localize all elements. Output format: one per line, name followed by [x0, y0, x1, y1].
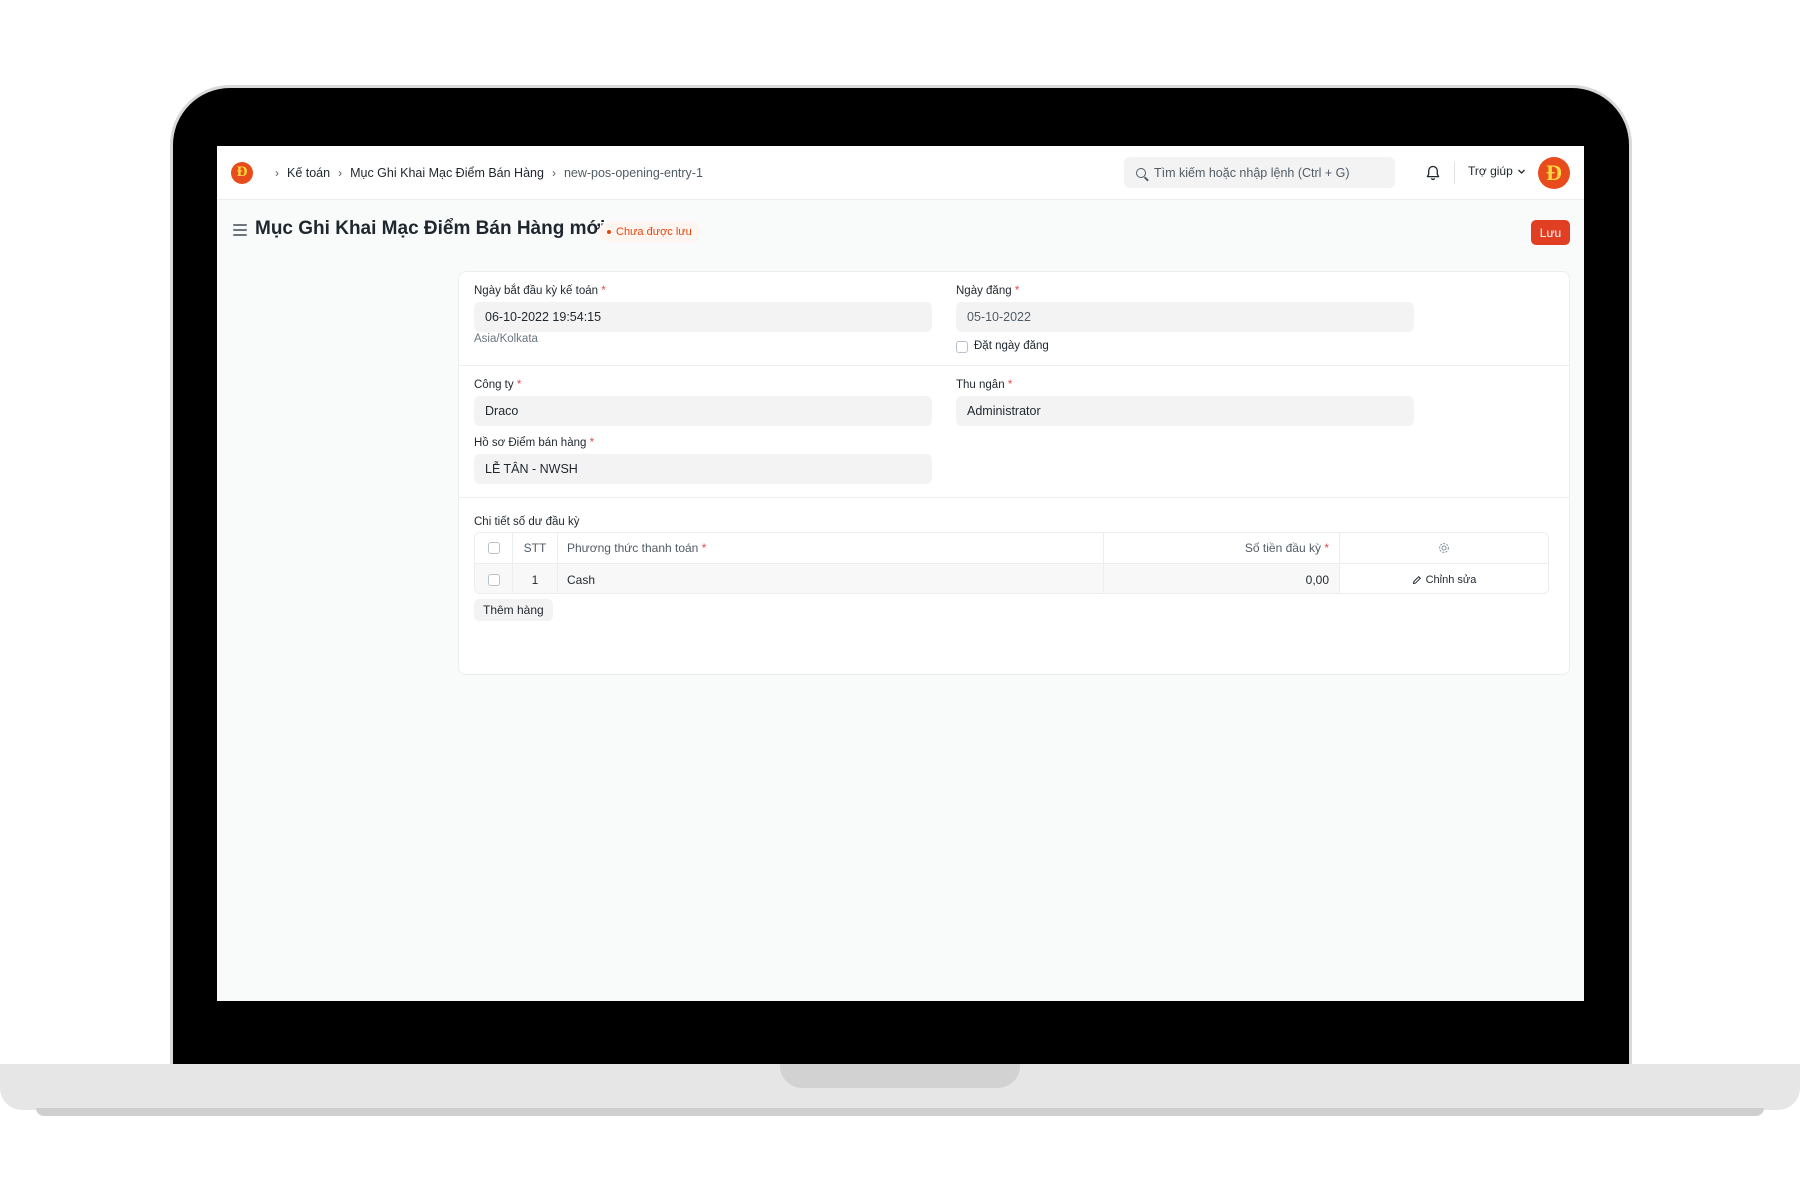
row-amount[interactable]: 0,00: [1104, 564, 1340, 593]
chevron-right-icon: ›: [275, 165, 279, 180]
laptop-notch: [780, 1064, 1020, 1088]
help-label: Trợ giúp: [1468, 164, 1513, 178]
cashier-label: Thu ngân *: [956, 379, 1013, 391]
chevron-right-icon: ›: [551, 165, 556, 180]
table-header: STT Phương thức thanh toán * Số tiền đầu…: [475, 533, 1548, 564]
gear-icon[interactable]: [1438, 542, 1450, 554]
help-dropdown[interactable]: Trợ giúp: [1468, 164, 1526, 178]
hamburger-icon[interactable]: [233, 224, 247, 236]
row-edit-label: Chỉnh sửa: [1425, 573, 1477, 586]
company-label: Công ty *: [474, 379, 522, 391]
select-all-checkbox[interactable]: [487, 542, 500, 554]
laptop-base-shadow: [36, 1108, 1764, 1116]
bell-icon[interactable]: [1424, 164, 1442, 182]
breadcrumb: › Kế toán › Mục Ghi Khai Mạc Điểm Bán Hà…: [267, 166, 703, 180]
section-dates: Ngày bắt đầu kỳ kế toán * 06-10-2022 19:…: [459, 272, 1569, 366]
search-placeholder: Tìm kiếm hoặc nhập lệnh (Ctrl + G): [1154, 165, 1350, 180]
page-head: Mục Ghi Khai Mạc Điểm Bán Hàng mới Chưa …: [217, 200, 1584, 260]
company-input[interactable]: Draco: [474, 396, 932, 426]
search-input[interactable]: Tìm kiếm hoặc nhập lệnh (Ctrl + G): [1124, 157, 1395, 188]
save-button[interactable]: Lưu: [1531, 220, 1570, 245]
column-header-method: Phương thức thanh toán *: [558, 533, 1104, 563]
balance-table-label: Chi tiết số dư đầu kỳ: [474, 516, 580, 528]
status-label: Chưa được lưu: [616, 226, 692, 238]
select-all-cell: [475, 533, 513, 563]
timezone-help: Asia/Kolkata: [474, 333, 538, 345]
form-card: Ngày bắt đầu kỳ kế toán * 06-10-2022 19:…: [458, 271, 1570, 675]
nav-divider: [1454, 162, 1455, 184]
page-title: Mục Ghi Khai Mạc Điểm Bán Hàng mới: [255, 218, 606, 239]
row-method[interactable]: Cash: [558, 564, 1104, 593]
chevron-right-icon: ›: [338, 165, 343, 180]
breadcrumb-accounting[interactable]: Kế toán: [287, 166, 330, 180]
balance-table: STT Phương thức thanh toán * Số tiền đầu…: [474, 532, 1549, 594]
pos-profile-label: Hồ sơ Điểm bán hàng *: [474, 437, 595, 449]
status-dot: [607, 230, 611, 234]
section-company: Công ty * Draco Thu ngân * Administrator…: [459, 366, 1569, 498]
add-row-button[interactable]: Thêm hàng: [474, 599, 553, 621]
pos-profile-input[interactable]: LỄ TÂN - NWSH: [474, 454, 932, 484]
chevron-down-icon: [1517, 169, 1525, 174]
posting-date-label: Ngày đăng *: [956, 285, 1020, 297]
status-badge: Chưa được lưu: [599, 222, 700, 242]
set-posting-date-label: Đặt ngày đăng: [974, 340, 1049, 352]
table-row[interactable]: 1 Cash 0,00 Chỉnh sửa: [475, 564, 1548, 593]
cashier-input[interactable]: Administrator: [956, 396, 1414, 426]
row-edit-button[interactable]: Chỉnh sửa: [1340, 564, 1548, 593]
row-no: 1: [513, 564, 558, 593]
pencil-icon: [1412, 575, 1421, 584]
app-logo[interactable]: Đ: [231, 161, 253, 184]
row-select-cell: [475, 564, 513, 593]
column-settings[interactable]: [1340, 533, 1548, 563]
app-screen: Đ › Kế toán › Mục Ghi Khai Mạc Điểm Bán …: [217, 146, 1584, 1001]
column-header-no: STT: [513, 533, 558, 563]
breadcrumb-pos-opening-entry[interactable]: Mục Ghi Khai Mạc Điểm Bán Hàng: [350, 166, 544, 180]
period-start-label: Ngày bắt đầu kỳ kế toán *: [474, 285, 606, 297]
period-start-input[interactable]: 06-10-2022 19:54:15: [474, 302, 932, 332]
navbar: Đ › Kế toán › Mục Ghi Khai Mạc Điểm Bán …: [217, 146, 1584, 200]
posting-date-input[interactable]: 05-10-2022: [956, 302, 1414, 332]
row-checkbox[interactable]: [487, 573, 500, 586]
set-posting-date-checkbox[interactable]: [956, 341, 968, 353]
search-icon: [1136, 167, 1146, 178]
breadcrumb-current-doc: new-pos-opening-entry-1: [563, 165, 703, 180]
avatar[interactable]: Đ: [1538, 157, 1570, 189]
column-header-amount: Số tiền đầu kỳ *: [1104, 533, 1340, 563]
